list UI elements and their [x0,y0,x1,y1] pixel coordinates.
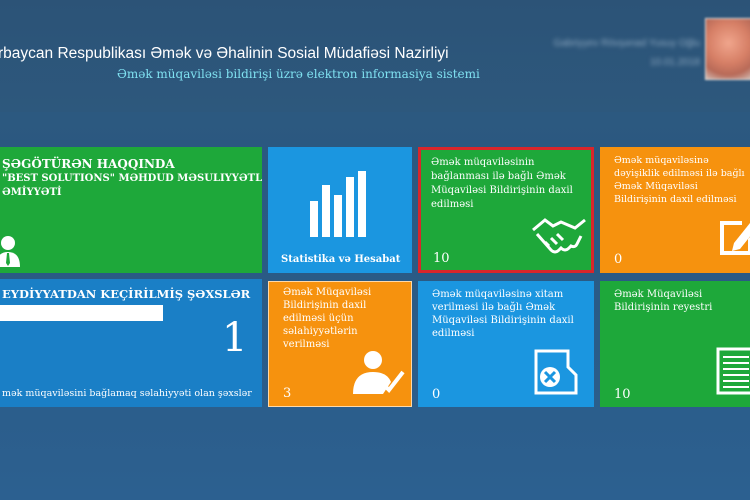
document-list-icon [716,347,750,395]
registered-footer: mək müqaviləsini bağlamaq səlahiyyəti ol… [2,388,252,399]
contract-change-tile[interactable]: Əmək müqaviləsinə dəyişiklik edilməsi il… [600,147,750,273]
authority-count: 3 [283,386,292,401]
user-icon [0,236,20,267]
contract-change-count: 0 [614,252,623,267]
user-check-icon [353,351,405,394]
edit-icon [720,221,750,255]
registry-tile[interactable]: Əmək Müqaviləsi Bildirişinin reyestri 10 [600,281,750,407]
handshake-icon [532,218,586,254]
user-name: Gabriyyev Rövşənad Yusuy Oğlu [553,38,700,49]
bar-chart-icon [310,171,366,237]
contract-end-tile[interactable]: Əmək müqaviləsinə xitam verilməsi ilə ba… [418,281,594,407]
user-info[interactable]: Gabriyyev Rövşənad Yusuy Oğlu 10.01.2018 [520,38,700,78]
registry-label: Əmək Müqaviləsi Bildirişinin reyestri [614,289,713,313]
registered-heading: EYDİYYATDAN KEÇİRİLMİŞ ŞƏXSLƏR [2,287,251,301]
registered-count: 1 [222,315,248,361]
contract-end-label: Əmək müqaviləsinə xitam verilməsi ilə ba… [432,289,574,339]
avatar[interactable] [705,18,750,80]
system-subtitle: Əmək müqaviləsi bildirişi üzrə elektron … [117,67,480,81]
authority-tile[interactable]: Əmək Müqaviləsi Bildirişinin daxil edilm… [268,281,412,407]
employer-name-line1: "BEST SOLUTIONS" MƏHDUD MƏSULIYYƏTLİ [2,173,262,184]
registered-search-input[interactable] [0,305,163,321]
authority-label: Əmək Müqaviləsi Bildirişinin daxil edilm… [283,287,372,350]
app-header: rbaycan Respublikası Əmək və Əhalinin So… [0,0,750,112]
ministry-title: rbaycan Respublikası Əmək və Əhalinin So… [0,45,449,62]
user-date: 10.01.2018 [649,57,700,68]
contract-sign-count: 10 [433,251,450,266]
contract-end-count: 0 [432,387,441,402]
registered-persons-tile[interactable]: EYDİYYATDAN KEÇİRİLMİŞ ŞƏXSLƏR 1 mək müq… [0,279,262,407]
employer-tile[interactable]: ŞƏGÖTÜRƏN HAQQINDA "BEST SOLUTIONS" MƏHD… [0,147,262,273]
registry-count: 10 [614,387,631,402]
employer-name-line2: ƏMİYYƏTİ [2,187,62,198]
statistics-label: Statistika və Hesabat [281,254,401,265]
contract-sign-label: Əmək müqaviləsinin bağlanması ilə bağlı … [431,157,573,210]
employer-heading: ŞƏGÖTÜRƏN HAQQINDA [2,157,175,171]
statistics-tile[interactable]: Statistika və Hesabat [268,147,412,273]
document-delete-icon [534,349,578,395]
contract-change-label: Əmək müqaviləsinə dəyişiklik edilməsi il… [614,155,745,205]
contract-sign-tile[interactable]: Əmək müqaviləsinin bağlanması ilə bağlı … [418,147,594,273]
